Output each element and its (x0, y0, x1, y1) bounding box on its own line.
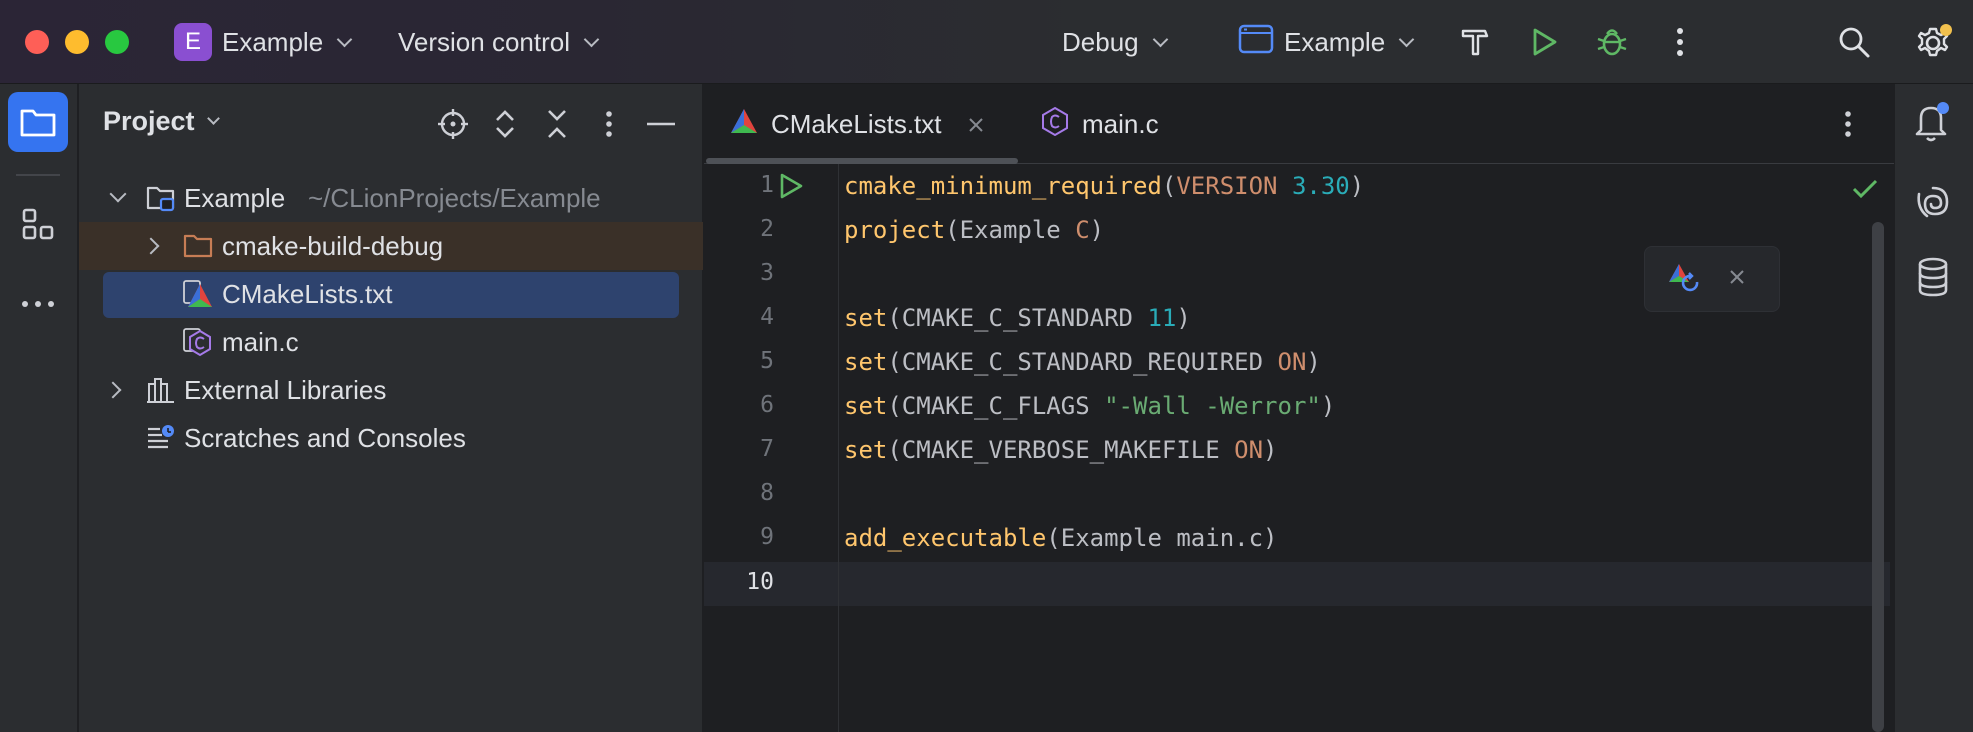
tree-item-external-libraries[interactable]: External Libraries (79, 366, 703, 414)
c-file-icon (1040, 106, 1070, 143)
code-line-7[interactable]: set(CMAKE_VERBOSE_MAKEFILE ON) (844, 436, 1278, 464)
project-view-selector[interactable]: Project (103, 106, 220, 137)
window-minimize-button[interactable] (65, 30, 89, 54)
locate-file-icon[interactable] (433, 104, 473, 144)
c-file-icon (183, 327, 213, 357)
build-configuration-selector[interactable]: Debug (1062, 20, 1168, 64)
chevron-down-icon (1398, 31, 1415, 47)
line-number: 3 (760, 260, 774, 286)
strip-divider (16, 174, 60, 176)
code-line-4[interactable]: set(CMAKE_C_STANDARD 11) (844, 304, 1191, 332)
editor-area: CMakeLists.txt main.c 1 2 3 4 5 6 7 8 9 … (704, 84, 1894, 732)
code-line-1[interactable]: cmake_minimum_required(VERSION 3.30) (844, 172, 1364, 200)
scratches-icon (146, 423, 176, 453)
cmake-reload-popup (1644, 246, 1780, 312)
more-tools-icon[interactable] (8, 274, 68, 334)
tree-item-label: main.c (222, 326, 299, 357)
hammer-icon[interactable] (1455, 22, 1495, 62)
expand-all-icon[interactable] (485, 104, 525, 144)
tree-item-main-c[interactable]: main.c (79, 318, 703, 366)
line-number: 5 (760, 348, 774, 374)
line-number: 1 (760, 172, 774, 198)
tree-item-label: cmake-build-debug (222, 230, 444, 261)
line-number: 9 (760, 524, 774, 550)
build-configuration-label: Debug (1062, 26, 1139, 57)
tab-label: CMakeLists.txt (771, 108, 942, 139)
line-number: 2 (760, 216, 774, 242)
project-switcher[interactable]: E Example (174, 20, 353, 64)
notifications-icon[interactable] (1911, 100, 1955, 149)
more-icon[interactable] (1660, 22, 1700, 62)
project-icon[interactable] (8, 92, 68, 152)
project-name: Example (222, 26, 324, 57)
line-number: 8 (760, 480, 774, 506)
tree-item-cmake-build-debug[interactable]: cmake-build-debug (79, 222, 703, 270)
line-number-gutter: 1 2 3 4 5 6 7 8 9 10 (704, 164, 839, 732)
cmake-file-icon (729, 106, 759, 143)
tree-item-label: Example (184, 182, 286, 213)
search-icon[interactable] (1834, 22, 1874, 62)
vertical-scrollbar[interactable] (1872, 222, 1884, 732)
options-icon[interactable] (589, 104, 629, 144)
tree-item-example-root[interactable]: Example ~/CLionProjects/Example (79, 174, 703, 222)
current-line-highlight (704, 562, 1890, 606)
structure-icon[interactable] (8, 194, 68, 254)
tab-label: main.c (1082, 108, 1159, 139)
tab-main-c[interactable]: main.c (1040, 84, 1159, 164)
chevron-right-icon[interactable] (104, 381, 122, 399)
database-icon[interactable] (1913, 256, 1953, 303)
libraries-icon (146, 375, 176, 405)
debug-icon[interactable] (1592, 22, 1632, 62)
tree-item-label: External Libraries (184, 374, 387, 405)
code-line-9[interactable]: add_executable(Example main.c) (844, 524, 1277, 552)
run-icon[interactable] (778, 172, 804, 205)
tree-item-label: Scratches and Consoles (184, 422, 466, 453)
version-control-menu[interactable]: Version control (398, 20, 600, 64)
title-bar: E Example Version control Debug Example (0, 0, 1973, 84)
tab-cmakelists[interactable]: CMakeLists.txt (729, 84, 984, 164)
no-problems-check-icon[interactable] (1852, 178, 1878, 205)
cmake-file-icon (183, 279, 213, 309)
project-tool-window: Project Example ~/CLionProjects/Example … (79, 84, 703, 732)
run-configuration-icon (1238, 24, 1274, 61)
left-tool-strip (0, 84, 78, 732)
line-number: 4 (760, 304, 774, 330)
run-configuration-selector[interactable]: Example (1238, 20, 1415, 64)
tree-item-scratches[interactable]: Scratches and Consoles (79, 414, 703, 462)
chevron-right-icon[interactable] (142, 237, 160, 255)
tree-item-cmakelists[interactable]: CMakeLists.txt (79, 270, 703, 318)
line-number: 6 (760, 392, 774, 418)
settings-icon[interactable] (1914, 22, 1954, 62)
code-line-6[interactable]: set(CMAKE_C_FLAGS "-Wall -Werror") (844, 392, 1335, 420)
tree-item-path: ~/CLionProjects/Example (308, 182, 601, 213)
window-maximize-button[interactable] (105, 30, 129, 54)
ai-assistant-icon[interactable] (1913, 182, 1953, 227)
chevron-down-icon (1152, 31, 1168, 47)
editor-tab-bar: CMakeLists.txt main.c (704, 84, 1894, 164)
close-icon[interactable] (968, 109, 984, 140)
tab-options-icon[interactable] (1844, 84, 1852, 164)
run-configuration-label: Example (1284, 26, 1386, 57)
collapse-all-icon[interactable] (537, 104, 577, 144)
version-control-label: Version control (398, 26, 570, 57)
panel-title: Project (103, 106, 195, 136)
chevron-down-icon[interactable] (109, 185, 127, 203)
run-icon[interactable] (1524, 22, 1564, 62)
module-folder-icon (146, 183, 176, 213)
cmake-reload-icon[interactable] (1667, 262, 1701, 297)
project-badge: E (174, 23, 212, 61)
line-number-current: 10 (746, 569, 774, 595)
chevron-down-icon (583, 31, 600, 47)
hide-panel-icon[interactable] (641, 104, 681, 144)
folder-icon (183, 231, 213, 261)
close-icon[interactable] (1729, 269, 1745, 290)
window-close-button[interactable] (25, 30, 49, 54)
line-number: 7 (760, 436, 774, 462)
code-line-2[interactable]: project(Example C) (844, 216, 1104, 244)
chevron-down-icon (206, 112, 220, 125)
code-line-5[interactable]: set(CMAKE_C_STANDARD_REQUIRED ON) (844, 348, 1321, 376)
tree-item-label: CMakeLists.txt (222, 278, 393, 309)
chevron-down-icon (336, 31, 353, 47)
right-tool-strip (1894, 84, 1973, 732)
